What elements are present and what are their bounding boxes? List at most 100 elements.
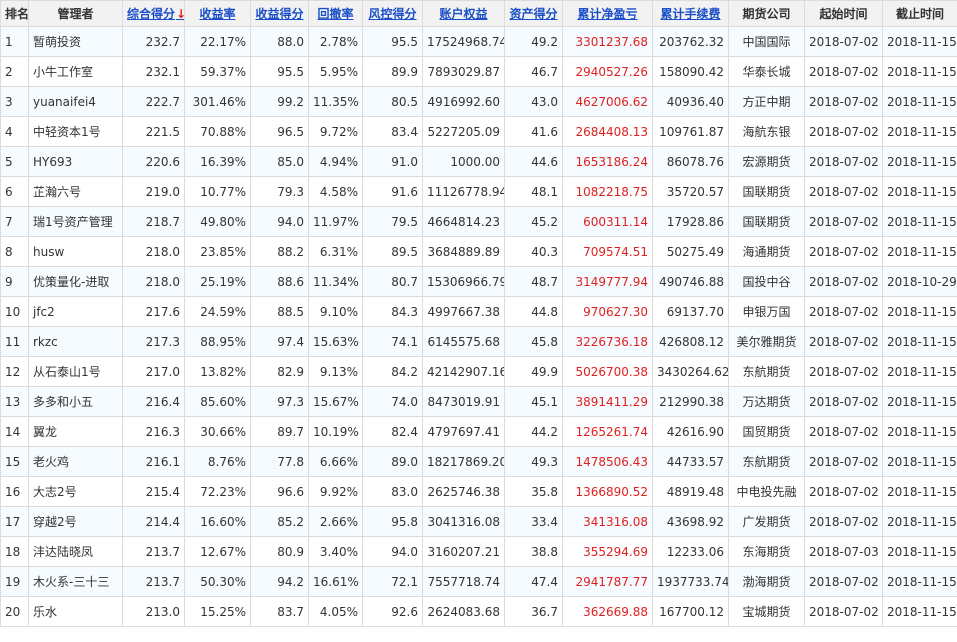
cell-drawdown: 2.78%: [308, 26, 363, 57]
cell-net-pnl: 2940527.26: [562, 56, 653, 87]
cell-return-score: 85.0: [250, 146, 309, 177]
cell-risk-score: 89.5: [362, 236, 423, 267]
cell-fees: 1937733.74: [652, 566, 729, 597]
cell-rank: 7: [0, 206, 29, 237]
cell-fees: 69137.70: [652, 296, 729, 327]
cell-total-score: 218.0: [122, 266, 185, 297]
cell-equity: 7557718.74: [422, 566, 505, 597]
cell-manager: yuanaifei4: [28, 86, 123, 117]
cell-net-pnl: 362669.88: [562, 596, 653, 627]
cell-start-date: 2018-07-02: [804, 146, 883, 177]
cell-rank: 9: [0, 266, 29, 297]
column-header-equity[interactable]: 账户权益: [422, 0, 505, 27]
cell-return-rate: 16.60%: [184, 506, 251, 537]
column-header-manager: 管理者: [28, 0, 123, 27]
cell-asset-score: 43.0: [504, 86, 563, 117]
cell-fees: 109761.87: [652, 116, 729, 147]
cell-return-rate: 59.37%: [184, 56, 251, 87]
cell-drawdown: 11.97%: [308, 206, 363, 237]
cell-start-date: 2018-07-02: [804, 296, 883, 327]
cell-manager: 木火系-三十三: [28, 566, 123, 597]
cell-start-date: 2018-07-02: [804, 116, 883, 147]
column-header-label: 综合得分: [127, 7, 176, 21]
cell-rank: 19: [0, 566, 29, 597]
cell-risk-score: 72.1: [362, 566, 423, 597]
column-header-start-date: 起始时间: [804, 0, 883, 27]
cell-total-score: 216.4: [122, 386, 185, 417]
cell-return-score: 96.5: [250, 116, 309, 147]
column-header-drawdown[interactable]: 回撤率: [308, 0, 363, 27]
cell-total-score: 213.7: [122, 536, 185, 567]
cell-end-date: 2018-11-15: [882, 86, 957, 117]
cell-return-rate: 10.77%: [184, 176, 251, 207]
cell-equity: 3160207.21: [422, 536, 505, 567]
cell-fees: 44733.57: [652, 446, 729, 477]
cell-equity: 42142907.16: [422, 356, 505, 387]
cell-return-rate: 13.82%: [184, 356, 251, 387]
cell-rank: 14: [0, 416, 29, 447]
column-header-risk-score[interactable]: 风控得分: [362, 0, 423, 27]
table-row: 18 沣达陆晓凤 213.7 12.67% 80.9 3.40% 94.0 3160207.2…: [0, 536, 957, 567]
cell-rank: 15: [0, 446, 29, 477]
cell-equity: 4997667.38: [422, 296, 505, 327]
cell-manager: 中轻资本1号: [28, 116, 123, 147]
cell-fees: 203762.32: [652, 26, 729, 57]
cell-fees: 490746.88: [652, 266, 729, 297]
cell-risk-score: 89.9: [362, 56, 423, 87]
cell-return-rate: 301.46%: [184, 86, 251, 117]
column-header-asset-score[interactable]: 资产得分: [504, 0, 563, 27]
cell-net-pnl: 3226736.18: [562, 326, 653, 357]
cell-rank: 20: [0, 596, 29, 627]
cell-net-pnl: 1366890.52: [562, 476, 653, 507]
cell-return-score: 96.6: [250, 476, 309, 507]
cell-total-score: 213.0: [122, 596, 185, 627]
cell-total-score: 232.7: [122, 26, 185, 57]
cell-end-date: 2018-11-15: [882, 356, 957, 387]
cell-return-score: 88.6: [250, 266, 309, 297]
cell-equity: 8473019.91: [422, 386, 505, 417]
cell-asset-score: 48.1: [504, 176, 563, 207]
cell-net-pnl: 1265261.74: [562, 416, 653, 447]
cell-return-score: 99.2: [250, 86, 309, 117]
column-header-net-pnl[interactable]: 累计净盈亏: [562, 0, 653, 27]
cell-asset-score: 45.8: [504, 326, 563, 357]
cell-asset-score: 41.6: [504, 116, 563, 147]
cell-return-score: 79.3: [250, 176, 309, 207]
cell-total-score: 217.0: [122, 356, 185, 387]
cell-total-score: 232.1: [122, 56, 185, 87]
cell-start-date: 2018-07-03: [804, 536, 883, 567]
cell-net-pnl: 341316.08: [562, 506, 653, 537]
cell-equity: 3041316.08: [422, 506, 505, 537]
cell-rank: 1: [0, 26, 29, 57]
cell-fees: 42616.90: [652, 416, 729, 447]
cell-asset-score: 46.7: [504, 56, 563, 87]
cell-broker: 东海期货: [728, 536, 805, 567]
cell-risk-score: 91.0: [362, 146, 423, 177]
cell-fees: 86078.76: [652, 146, 729, 177]
column-header-return-score[interactable]: 收益得分: [250, 0, 309, 27]
cell-return-rate: 16.39%: [184, 146, 251, 177]
table-row: 19 木火系-三十三 213.7 50.30% 94.2 16.61% 72.1 755771…: [0, 566, 957, 597]
cell-asset-score: 45.1: [504, 386, 563, 417]
column-header-label: 起始时间: [819, 7, 868, 21]
cell-return-rate: 22.17%: [184, 26, 251, 57]
cell-risk-score: 95.8: [362, 506, 423, 537]
cell-total-score: 216.3: [122, 416, 185, 447]
cell-asset-score: 48.7: [504, 266, 563, 297]
column-header-total-score[interactable]: 综合得分↓: [122, 0, 185, 27]
cell-return-rate: 24.59%: [184, 296, 251, 327]
cell-manager: 从石泰山1号: [28, 356, 123, 387]
cell-asset-score: 33.4: [504, 506, 563, 537]
table-row: 11 rkzc 217.3 88.95% 97.4 15.63% 74.1 6145575.6…: [0, 326, 957, 357]
cell-return-score: 85.2: [250, 506, 309, 537]
cell-total-score: 217.6: [122, 296, 185, 327]
column-header-fees[interactable]: 累计手续费: [652, 0, 729, 27]
cell-manager: 优策量化-进取: [28, 266, 123, 297]
cell-manager: 芷瀚六号: [28, 176, 123, 207]
cell-total-score: 220.6: [122, 146, 185, 177]
cell-manager: 翼龙: [28, 416, 123, 447]
column-header-return-rate[interactable]: 收益率: [184, 0, 251, 27]
cell-total-score: 217.3: [122, 326, 185, 357]
cell-end-date: 2018-11-15: [882, 116, 957, 147]
cell-manager: jfc2: [28, 296, 123, 327]
